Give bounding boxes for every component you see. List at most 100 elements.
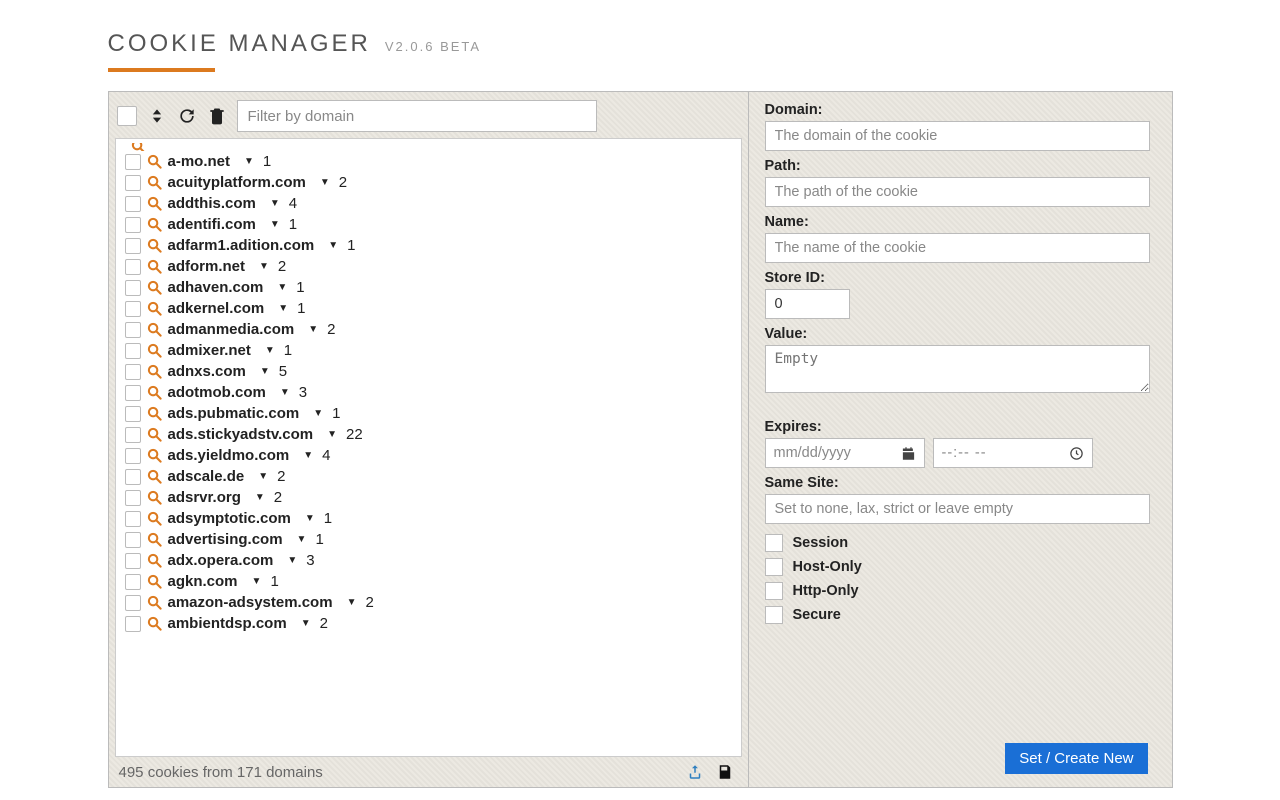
chevron-down-icon[interactable]: ▼: [255, 492, 265, 503]
chevron-down-icon[interactable]: ▼: [278, 303, 288, 314]
domain-row[interactable]: adsymptotic.com▼1: [120, 508, 739, 529]
chevron-down-icon[interactable]: ▼: [258, 471, 268, 482]
session-checkbox[interactable]: [765, 534, 783, 552]
row-checkbox[interactable]: [125, 175, 141, 191]
search-icon[interactable]: [131, 143, 146, 151]
chevron-down-icon[interactable]: ▼: [270, 219, 280, 230]
expires-time-input[interactable]: --:-- --: [933, 438, 1093, 468]
search-icon[interactable]: [147, 343, 162, 358]
value-input[interactable]: [765, 345, 1150, 393]
domain-row[interactable]: adotmob.com▼3: [120, 382, 739, 403]
domain-list[interactable]: a-mo.net▼1acuityplatform.com▼2addthis.co…: [115, 138, 742, 757]
domain-row[interactable]: adnxs.com▼5: [120, 361, 739, 382]
domain-row[interactable]: acuityplatform.com▼2: [120, 172, 739, 193]
path-input[interactable]: [765, 177, 1150, 207]
domain-input[interactable]: [765, 121, 1150, 151]
domain-row[interactable]: adform.net▼2: [120, 256, 739, 277]
httponly-checkbox[interactable]: [765, 582, 783, 600]
chevron-down-icon[interactable]: ▼: [308, 324, 318, 335]
search-icon[interactable]: [147, 280, 162, 295]
search-icon[interactable]: [147, 427, 162, 442]
domain-row[interactable]: admixer.net▼1: [120, 340, 739, 361]
search-icon[interactable]: [147, 217, 162, 232]
chevron-down-icon[interactable]: ▼: [244, 156, 254, 167]
domain-row[interactable]: adkernel.com▼1: [120, 298, 739, 319]
row-checkbox[interactable]: [125, 280, 141, 296]
search-icon[interactable]: [147, 301, 162, 316]
search-icon[interactable]: [147, 595, 162, 610]
chevron-down-icon[interactable]: ▼: [313, 408, 323, 419]
row-checkbox[interactable]: [125, 154, 141, 170]
select-all-checkbox[interactable]: [117, 106, 137, 126]
search-icon[interactable]: [147, 406, 162, 421]
row-checkbox[interactable]: [125, 511, 141, 527]
search-icon[interactable]: [147, 175, 162, 190]
search-icon[interactable]: [147, 616, 162, 631]
chevron-down-icon[interactable]: ▼: [320, 177, 330, 188]
sort-icon[interactable]: [147, 106, 167, 126]
domain-row[interactable]: ads.pubmatic.com▼1: [120, 403, 739, 424]
chevron-down-icon[interactable]: ▼: [328, 240, 338, 251]
search-icon[interactable]: [147, 196, 162, 211]
hostonly-checkbox[interactable]: [765, 558, 783, 576]
search-icon[interactable]: [147, 469, 162, 484]
search-icon[interactable]: [147, 532, 162, 547]
chevron-down-icon[interactable]: ▼: [277, 282, 287, 293]
row-checkbox[interactable]: [125, 532, 141, 548]
row-checkbox[interactable]: [125, 196, 141, 212]
domain-row[interactable]: ambientdsp.com▼2: [120, 613, 739, 634]
filter-input[interactable]: [237, 100, 597, 132]
domain-row[interactable]: agkn.com▼1: [120, 571, 739, 592]
search-icon[interactable]: [147, 154, 162, 169]
chevron-down-icon[interactable]: ▼: [287, 555, 297, 566]
export-icon[interactable]: [686, 763, 704, 781]
chevron-down-icon[interactable]: ▼: [270, 198, 280, 209]
domain-row[interactable]: adhaven.com▼1: [120, 277, 739, 298]
domain-row[interactable]: advertising.com▼1: [120, 529, 739, 550]
chevron-down-icon[interactable]: ▼: [252, 576, 262, 587]
row-checkbox[interactable]: [125, 385, 141, 401]
row-checkbox[interactable]: [125, 490, 141, 506]
domain-row[interactable]: a-mo.net▼1: [120, 151, 739, 172]
search-icon[interactable]: [147, 490, 162, 505]
domain-row[interactable]: adentifi.com▼1: [120, 214, 739, 235]
chevron-down-icon[interactable]: ▼: [303, 450, 313, 461]
row-checkbox[interactable]: [125, 259, 141, 275]
row-checkbox[interactable]: [125, 469, 141, 485]
chevron-down-icon[interactable]: ▼: [301, 618, 311, 629]
row-checkbox[interactable]: [125, 364, 141, 380]
samesite-input[interactable]: [765, 494, 1150, 524]
set-create-button[interactable]: Set / Create New: [1005, 743, 1147, 774]
search-icon[interactable]: [147, 322, 162, 337]
search-icon[interactable]: [147, 574, 162, 589]
search-icon[interactable]: [147, 364, 162, 379]
domain-row[interactable]: adfarm1.adition.com▼1: [120, 235, 739, 256]
row-checkbox[interactable]: [125, 301, 141, 317]
storeid-input[interactable]: [765, 289, 850, 319]
chevron-down-icon[interactable]: ▼: [260, 366, 270, 377]
row-checkbox[interactable]: [125, 322, 141, 338]
row-checkbox[interactable]: [125, 616, 141, 632]
chevron-down-icon[interactable]: ▼: [305, 513, 315, 524]
domain-row[interactable]: amazon-adsystem.com▼2: [120, 592, 739, 613]
delete-icon[interactable]: [207, 106, 227, 126]
search-icon[interactable]: [147, 238, 162, 253]
refresh-icon[interactable]: [177, 106, 197, 126]
row-checkbox[interactable]: [125, 574, 141, 590]
search-icon[interactable]: [147, 553, 162, 568]
row-checkbox[interactable]: [125, 448, 141, 464]
row-checkbox[interactable]: [125, 553, 141, 569]
row-checkbox[interactable]: [125, 238, 141, 254]
chevron-down-icon[interactable]: ▼: [327, 429, 337, 440]
chevron-down-icon[interactable]: ▼: [280, 387, 290, 398]
search-icon[interactable]: [147, 385, 162, 400]
domain-row[interactable]: ads.stickyadstv.com▼22: [120, 424, 739, 445]
row-checkbox[interactable]: [125, 217, 141, 233]
row-checkbox[interactable]: [125, 343, 141, 359]
chevron-down-icon[interactable]: ▼: [259, 261, 269, 272]
domain-row[interactable]: ads.yieldmo.com▼4: [120, 445, 739, 466]
save-icon[interactable]: [716, 763, 734, 781]
row-checkbox[interactable]: [125, 427, 141, 443]
row-checkbox[interactable]: [125, 595, 141, 611]
search-icon[interactable]: [147, 448, 162, 463]
